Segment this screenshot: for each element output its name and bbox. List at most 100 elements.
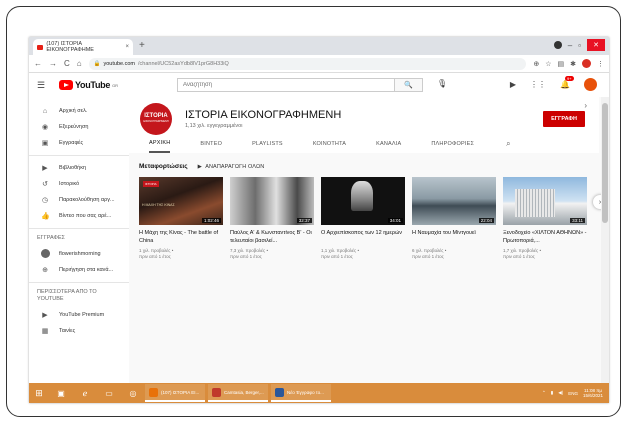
- create-video-icon[interactable]: ▶: [510, 80, 516, 89]
- taskbar-app-label: (107) ΙΣΤΟΡΙΑ ΕΙ...: [161, 389, 200, 395]
- file-explorer-icon[interactable]: ▭: [97, 383, 121, 403]
- channel-logo[interactable]: ΙΣΤΟΡΙΑ ΕΙΚΟΝΟΓΡΑΦΗΜΕΝΗ: [140, 103, 172, 135]
- home-icon: ⌂: [42, 107, 48, 115]
- outer-frame: (107) ΙΣΤΟΡΙΑ ΕΙΚΟΝΟΓΡΑΦΗΜΕ × + – ▫ ✕ ← …: [6, 6, 621, 417]
- sidebar-item-subscription[interactable]: flowerishmorning: [29, 246, 129, 262]
- video-card[interactable]: 22:04 Η Ναυμαχία του Μίντγουεϊ 6 χιλ. πρ…: [412, 177, 496, 260]
- sidebar-item-watch-later[interactable]: ◷ Παρακολούθηση αργ...: [29, 192, 129, 208]
- sidebar-item-history[interactable]: ↺ Ιστορικό: [29, 176, 129, 192]
- minimize-button[interactable]: –: [568, 41, 572, 50]
- sidebar-item-premium[interactable]: ▶ YouTube Premium: [29, 307, 129, 323]
- sidebar-item-label: Περιήγηση στα κανά...: [59, 267, 114, 273]
- video-title[interactable]: Η Μάχη της Κίνας - The battle of China: [139, 230, 223, 245]
- uploads-shelf-header: Μεταφορτώσεις ▶ ΑΝΑΠΑΡΑΓΩΓΗ ΟΛΩΝ: [139, 163, 264, 170]
- sidebar-item-home[interactable]: ⌂ Αρχική σελ.: [29, 103, 129, 119]
- browser-tab[interactable]: (107) ΙΣΤΟΡΙΑ ΕΙΚΟΝΟΓΡΑΦΗΜΕ ×: [33, 39, 133, 55]
- sidebar-item-label: Εξερεύνηση: [59, 124, 89, 130]
- menu-icon[interactable]: ⋮: [597, 60, 604, 68]
- tray-arrow-icon[interactable]: ⌃: [542, 390, 546, 396]
- notifications-bell-icon[interactable]: 🔔 9+: [560, 76, 574, 89]
- scrollbar-thumb[interactable]: [602, 103, 608, 223]
- tab-community[interactable]: ΚΟΙΝΟΤΗΤΑ: [313, 135, 346, 153]
- search-input[interactable]: [178, 79, 394, 91]
- video-thumbnail[interactable]: 33:11: [503, 177, 587, 225]
- subscribe-button[interactable]: ΕΓΓΡΑΦΗ: [543, 111, 585, 127]
- tab-videos[interactable]: ΒΙΝΤΕΟ: [200, 135, 222, 153]
- windows-start-icon[interactable]: ⊞: [29, 383, 49, 403]
- sidebar-item-label: Βιβλιοθήκη: [59, 165, 87, 171]
- video-card[interactable]: 33:11 Ξενοδοχείο «ΧΙΛΤΟΝ ΑΘΗΝΩΝ» - Πρωτο…: [503, 177, 587, 260]
- extension-icon[interactable]: ✱: [570, 60, 576, 68]
- sidebar-item-browse-channels[interactable]: ⊕ Περιήγηση στα κανά...: [29, 262, 129, 278]
- video-thumbnail[interactable]: 34:01: [321, 177, 405, 225]
- reload-icon[interactable]: C: [64, 59, 70, 68]
- edge-icon[interactable]: ℯ: [73, 383, 97, 403]
- taskbar-app-camtasia[interactable]: Camtasia, Berger,...: [208, 384, 268, 402]
- video-title[interactable]: Η Ναυμαχία του Μίντγουεϊ: [412, 230, 496, 245]
- video-title[interactable]: Ξενοδοχείο «ΧΙΛΤΟΝ ΑΘΗΝΩΝ» - Πρωτοποριά,…: [503, 230, 587, 245]
- youtube-logo-text: YouTube: [75, 80, 111, 90]
- tab-about[interactable]: ΠΛΗΡΟΦΟΡΙΕΣ: [431, 135, 474, 153]
- channel-search-icon[interactable]: ⌕: [506, 139, 510, 149]
- zoom-icon[interactable]: ⊕: [533, 60, 539, 68]
- sidebar-item-label: flowerishmorning: [59, 251, 101, 257]
- network-icon[interactable]: ▮: [551, 390, 553, 396]
- video-views: 6 χιλ. προβολές: [412, 248, 444, 253]
- tab-home[interactable]: ΑΡΧΙΚΗ: [149, 135, 171, 153]
- new-tab-button[interactable]: +: [139, 40, 145, 51]
- page-scrollbar[interactable]: [601, 97, 609, 383]
- store-icon[interactable]: ▣: [49, 383, 73, 403]
- sidebar-item-subscriptions[interactable]: ▣ Εγγραφές: [29, 135, 129, 151]
- hamburger-menu-icon[interactable]: ☰: [37, 80, 53, 91]
- taskbar-app-word[interactable]: Νέο Έγγραφο το...: [271, 384, 331, 402]
- video-title[interactable]: Ο Αρχιεπίσκοπος των 12 ημερών: [321, 230, 405, 245]
- youtube-logo[interactable]: YouTube GR: [59, 80, 118, 90]
- home-button-icon[interactable]: ⌂: [77, 59, 82, 68]
- video-thumbnail[interactable]: 22:04: [412, 177, 496, 225]
- search-button[interactable]: 🔍: [394, 79, 422, 91]
- volume-icon[interactable]: ◀): [558, 390, 563, 396]
- chrome-icon[interactable]: ◎: [121, 383, 145, 403]
- close-window-button[interactable]: ✕: [587, 39, 605, 51]
- reader-icon[interactable]: ▤: [558, 60, 565, 68]
- sidebar-item-explore[interactable]: ◉ Εξερεύνηση: [29, 119, 129, 135]
- user-avatar[interactable]: [584, 78, 597, 91]
- tabs-next-chevron-icon[interactable]: ›: [584, 101, 587, 110]
- video-thumbnail[interactable]: ΙΣΤΟΡΙΑ Η ΜΑΧΗ ΤΗΣ ΚΙΝΑΣ 1:02:46: [139, 177, 223, 225]
- video-meta: 1,1 χιλ. προβολές • πριν από 1 έτος: [321, 248, 360, 259]
- apps-grid-icon[interactable]: ⋮⋮: [530, 80, 546, 89]
- taskbar-app-label: Νέο Έγγραφο το...: [287, 389, 324, 395]
- clock[interactable]: 11:08 πμ 15/6/2021: [583, 388, 603, 398]
- shelf-title[interactable]: Μεταφορτώσεις: [139, 163, 188, 170]
- sidebar-item-liked[interactable]: 👍 Βίντεο που σας αρέ...: [29, 208, 129, 224]
- maximize-button[interactable]: ▫: [578, 41, 581, 50]
- video-row: ΙΣΤΟΡΙΑ Η ΜΑΧΗ ΤΗΣ ΚΙΝΑΣ 1:02:46 Η Μάχη …: [139, 177, 599, 260]
- video-meta: 6 χιλ. προβολές • πριν από 1 έτος: [412, 248, 447, 259]
- forward-icon[interactable]: →: [49, 59, 57, 68]
- taskbar-app-chrome[interactable]: (107) ΙΣΤΟΡΙΑ ΕΙ...: [145, 384, 205, 402]
- movies-icon: ▦: [41, 328, 49, 335]
- profile-icon[interactable]: [553, 41, 562, 49]
- screenshot: (107) ΙΣΤΟΡΙΑ ΕΙΚΟΝΟΓΡΑΦΗΜΕ × + – ▫ ✕ ← …: [29, 37, 609, 403]
- sidebar-item-library[interactable]: ▶ Βιβλιοθήκη: [29, 160, 129, 176]
- tab-channels[interactable]: ΚΑΝΑΛΙΑ: [376, 135, 401, 153]
- microphone-icon[interactable]: 🎙: [437, 79, 447, 88]
- video-thumbnail[interactable]: 32:37: [230, 177, 314, 225]
- windows-taskbar: ⊞ ▣ ℯ ▭ ◎ (107) ΙΣΤΟΡΙΑ ΕΙ... Camtasia, …: [29, 383, 609, 403]
- sidebar-item-movies[interactable]: ▦ Ταινίες: [29, 323, 129, 339]
- tab-playlists[interactable]: PLAYLISTS: [252, 135, 283, 153]
- browser-avatar[interactable]: [582, 59, 591, 68]
- play-all-button[interactable]: ▶ ΑΝΑΠΑΡΑΓΩΓΗ ΟΛΩΝ: [198, 164, 265, 170]
- video-card[interactable]: 34:01 Ο Αρχιεπίσκοπος των 12 ημερών 1,1 …: [321, 177, 405, 260]
- language-indicator[interactable]: ENG: [568, 391, 578, 396]
- more-heading: ΠΕΡΙΣΣΟΤΕΡΑ ΑΠΟ ΤΟ YOUTUBE: [37, 289, 97, 302]
- tab-close-button[interactable]: ×: [125, 44, 129, 50]
- watch-later-icon: ◷: [41, 197, 49, 204]
- video-card[interactable]: 32:37 Παύλος Α' & Κωνσταντίνος Β' - Οι τ…: [230, 177, 314, 260]
- video-title[interactable]: Παύλος Α' & Κωνσταντίνος Β' - Οι τελευτα…: [230, 230, 314, 245]
- video-card[interactable]: ΙΣΤΟΡΙΑ Η ΜΑΧΗ ΤΗΣ ΚΙΝΑΣ 1:02:46 Η Μάχη …: [139, 177, 223, 260]
- divider: [29, 282, 129, 283]
- back-icon[interactable]: ←: [34, 59, 42, 68]
- address-bar[interactable]: 🔒 youtube.com/channel/UC52asYdb8lV1prG8H…: [88, 57, 527, 70]
- star-icon[interactable]: ☆: [545, 60, 551, 68]
